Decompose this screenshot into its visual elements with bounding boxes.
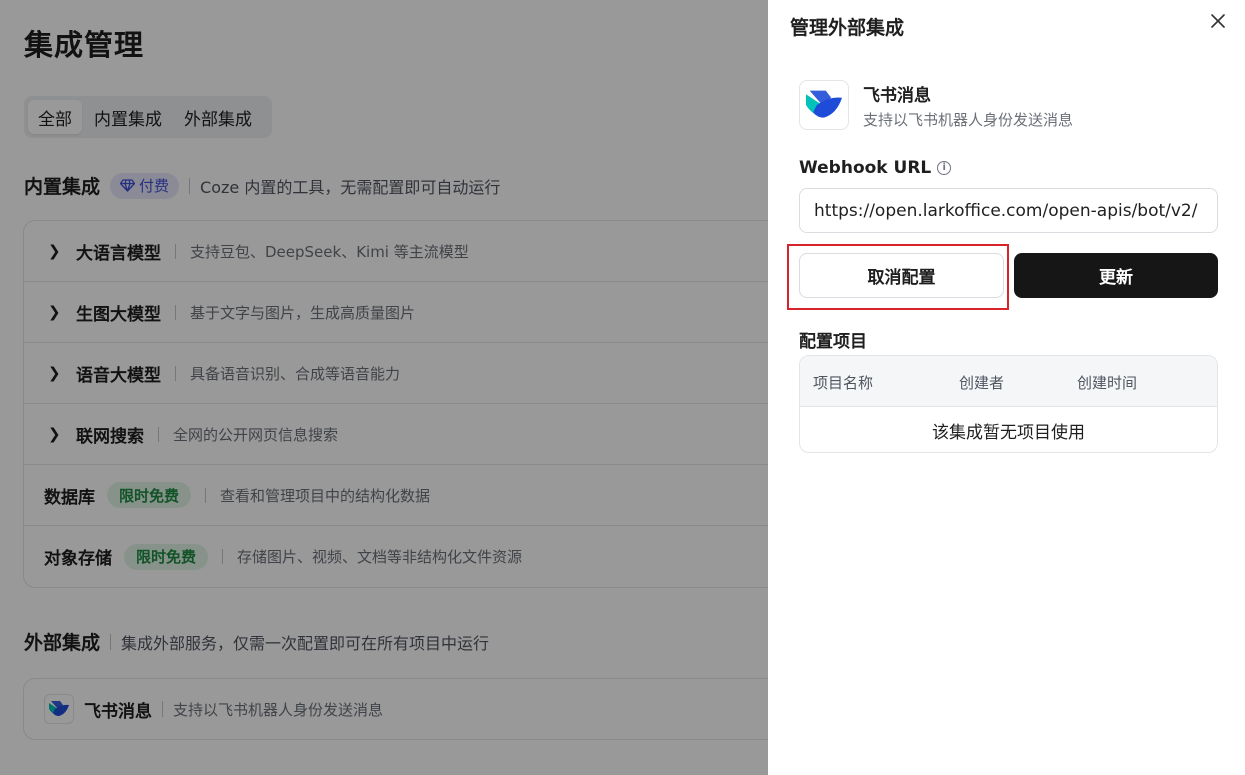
column-header-creator: 创建者 xyxy=(959,374,1005,392)
info-icon[interactable]: i xyxy=(937,161,952,175)
manage-external-integration-drawer: 管理外部集成 飞书消息 支持以飞书机器人身份发送消息 Webhook URL i… xyxy=(768,0,1245,775)
feishu-logo-icon xyxy=(799,80,849,130)
integration-name: 飞书消息 xyxy=(863,85,931,106)
table-empty-state: 该集成暂无项目使用 xyxy=(932,422,1085,443)
drawer-title: 管理外部集成 xyxy=(790,17,905,39)
close-icon xyxy=(1211,14,1225,28)
column-header-created-time: 创建时间 xyxy=(1077,374,1138,392)
config-projects-label: 配置项目 xyxy=(799,332,867,352)
column-header-project-name: 项目名称 xyxy=(813,374,874,392)
webhook-label-text: Webhook URL xyxy=(799,158,932,178)
webhook-url-input[interactable] xyxy=(799,188,1218,233)
webhook-label: Webhook URL i xyxy=(799,158,952,178)
integration-info: 飞书消息 支持以飞书机器人身份发送消息 xyxy=(799,80,1073,130)
integration-description: 支持以飞书机器人身份发送消息 xyxy=(863,110,1074,129)
close-button[interactable] xyxy=(1206,9,1230,33)
integration-text: 飞书消息 支持以飞书机器人身份发送消息 xyxy=(863,81,1073,130)
cancel-config-button[interactable]: 取消配置 xyxy=(799,253,1004,298)
config-projects-table: 项目名称 创建者 创建时间 该集成暂无项目使用 xyxy=(799,355,1218,453)
update-button[interactable]: 更新 xyxy=(1014,253,1218,298)
table-header: 项目名称 创建者 创建时间 xyxy=(800,356,1217,407)
